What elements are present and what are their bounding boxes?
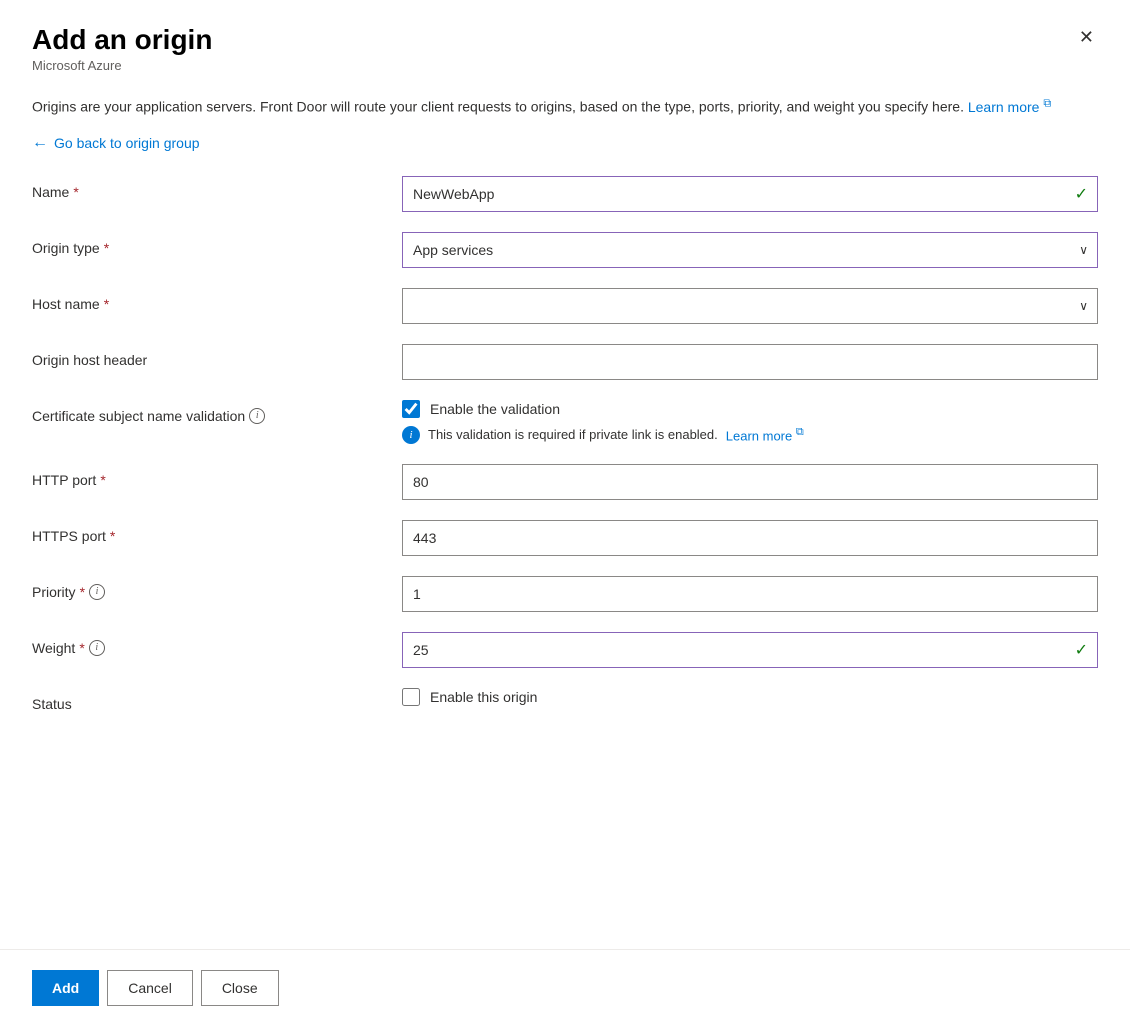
cert-validation-row: Certificate subject name validation i En… bbox=[32, 400, 1098, 444]
dialog-description: Origins are your application servers. Fr… bbox=[32, 95, 1098, 118]
https-port-required-star: * bbox=[110, 528, 115, 544]
host-name-control: ∨ bbox=[402, 288, 1098, 324]
add-origin-dialog: Add an origin Microsoft Azure ✕ Origins … bbox=[0, 0, 1130, 1026]
https-port-row: HTTPS port * bbox=[32, 520, 1098, 556]
origin-type-control: App services ∨ bbox=[402, 232, 1098, 268]
origin-type-select-wrapper: App services ∨ bbox=[402, 232, 1098, 268]
status-checkbox-label: Enable this origin bbox=[430, 689, 537, 705]
origin-host-header-label: Origin host header bbox=[32, 344, 402, 368]
cert-learn-more-link[interactable]: Learn more ⧉ bbox=[726, 426, 804, 443]
http-port-label: HTTP port * bbox=[32, 464, 402, 488]
priority-info-icon[interactable]: i bbox=[89, 584, 105, 600]
cert-info-message: i This validation is required if private… bbox=[402, 426, 1098, 444]
https-port-label: HTTPS port * bbox=[32, 520, 402, 544]
host-name-label: Host name * bbox=[32, 288, 402, 312]
dialog-footer: Add Cancel Close bbox=[32, 950, 1098, 1026]
dialog-title: Add an origin bbox=[32, 24, 212, 56]
http-port-input[interactable] bbox=[402, 464, 1098, 500]
weight-check-icon: ✓ bbox=[1075, 640, 1088, 660]
cert-validation-info-icon[interactable]: i bbox=[249, 408, 265, 424]
priority-control bbox=[402, 576, 1098, 612]
cancel-button[interactable]: Cancel bbox=[107, 970, 193, 1006]
status-label: Status bbox=[32, 688, 402, 712]
status-checkbox[interactable] bbox=[402, 688, 420, 706]
name-input[interactable] bbox=[402, 176, 1098, 212]
name-check-icon: ✓ bbox=[1075, 184, 1088, 204]
origin-host-header-row: Origin host header bbox=[32, 344, 1098, 380]
form-content: Name * ✓ Origin type * App services bbox=[32, 176, 1098, 925]
cert-validation-control: Enable the validation i This validation … bbox=[402, 400, 1098, 444]
cert-validation-label: Certificate subject name validation i bbox=[32, 400, 402, 424]
priority-label: Priority * i bbox=[32, 576, 402, 600]
back-to-origin-group-link[interactable]: ← Go back to origin group bbox=[32, 134, 1098, 152]
external-link-icon: ⧉ bbox=[1043, 97, 1051, 109]
weight-info-icon[interactable]: i bbox=[89, 640, 105, 656]
weight-label: Weight * i bbox=[32, 632, 402, 656]
priority-row: Priority * i bbox=[32, 576, 1098, 612]
cert-validation-checkbox[interactable] bbox=[402, 400, 420, 418]
host-name-row: Host name * ∨ bbox=[32, 288, 1098, 324]
host-name-select-wrapper: ∨ bbox=[402, 288, 1098, 324]
status-row: Status Enable this origin bbox=[32, 688, 1098, 714]
origin-type-row: Origin type * App services ∨ bbox=[32, 232, 1098, 268]
close-button[interactable]: Close bbox=[201, 970, 279, 1006]
https-port-control bbox=[402, 520, 1098, 556]
name-control: ✓ bbox=[402, 176, 1098, 212]
close-icon-button[interactable]: ✕ bbox=[1075, 24, 1098, 50]
name-required-star: * bbox=[73, 184, 78, 200]
origin-type-required-star: * bbox=[104, 240, 109, 256]
name-label: Name * bbox=[32, 176, 402, 200]
add-button[interactable]: Add bbox=[32, 970, 99, 1006]
learn-more-link[interactable]: Learn more ⧉ bbox=[968, 99, 1051, 115]
origin-host-header-control bbox=[402, 344, 1098, 380]
cert-validation-checkbox-label: Enable the validation bbox=[430, 401, 560, 417]
weight-row: Weight * i ✓ bbox=[32, 632, 1098, 668]
cert-external-link-icon: ⧉ bbox=[796, 426, 804, 438]
https-port-input[interactable] bbox=[402, 520, 1098, 556]
http-port-control bbox=[402, 464, 1098, 500]
http-port-row: HTTP port * bbox=[32, 464, 1098, 500]
status-checkbox-row: Enable this origin bbox=[402, 688, 1098, 706]
origin-host-header-input[interactable] bbox=[402, 344, 1098, 380]
back-arrow-icon: ← bbox=[32, 134, 48, 152]
http-port-required-star: * bbox=[100, 472, 105, 488]
host-name-select[interactable] bbox=[402, 288, 1098, 324]
cert-info-circle-icon: i bbox=[402, 426, 420, 444]
header-text: Add an origin Microsoft Azure bbox=[32, 24, 212, 73]
priority-input[interactable] bbox=[402, 576, 1098, 612]
cert-validation-checkbox-row: Enable the validation bbox=[402, 400, 1098, 418]
origin-type-select[interactable]: App services bbox=[402, 232, 1098, 268]
weight-required-star: * bbox=[79, 640, 84, 656]
priority-required-star: * bbox=[80, 584, 85, 600]
weight-input-wrapper: ✓ bbox=[402, 632, 1098, 668]
dialog-subtitle: Microsoft Azure bbox=[32, 58, 212, 73]
name-row: Name * ✓ bbox=[32, 176, 1098, 212]
host-name-required-star: * bbox=[104, 296, 109, 312]
dialog-header: Add an origin Microsoft Azure ✕ bbox=[32, 24, 1098, 73]
weight-input[interactable] bbox=[402, 632, 1098, 668]
status-control: Enable this origin bbox=[402, 688, 1098, 714]
weight-control: ✓ bbox=[402, 632, 1098, 668]
name-input-wrapper: ✓ bbox=[402, 176, 1098, 212]
origin-type-label: Origin type * bbox=[32, 232, 402, 256]
